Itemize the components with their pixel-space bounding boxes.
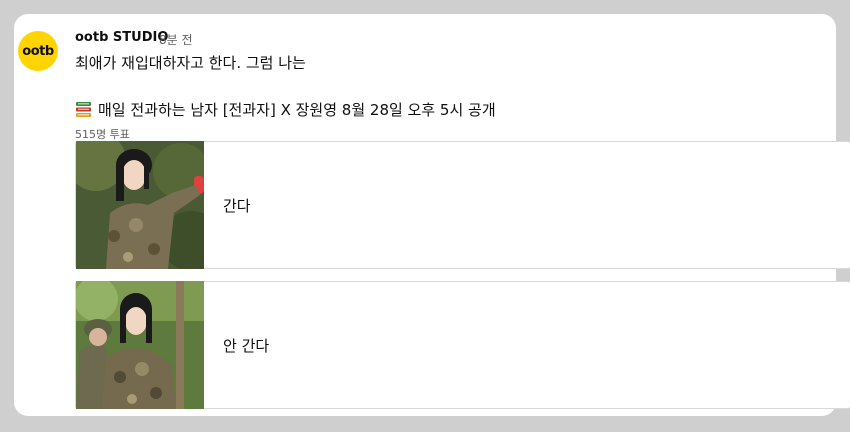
avatar-logo-text: ootb <box>22 43 54 59</box>
post-text: 최애가 재입대하자고 한다. 그럼 나는 <box>75 54 306 72</box>
poll-option-image <box>76 141 204 269</box>
channel-avatar[interactable]: ootb <box>18 31 58 71</box>
channel-name[interactable]: ootb STUDIO <box>75 30 168 45</box>
poll-option-go[interactable]: 간다 <box>75 141 850 269</box>
post-promo-line: 매일 전과하는 남자 [전과자] X 장원영 8월 28일 오후 5시 공개 <box>75 99 496 120</box>
poll-option-not-go[interactable]: 안 간다 <box>75 281 850 409</box>
poll-option-label: 안 간다 <box>223 336 270 355</box>
community-post-card: ootb ootb STUDIO 8분 전 최애가 재입대하자고 한다. 그럼 … <box>14 14 850 416</box>
poll-option-label: 간다 <box>223 196 251 215</box>
books-icon <box>75 101 92 118</box>
vote-count: 515명 투표 <box>75 128 130 141</box>
poll-option-image <box>76 281 204 409</box>
promo-text: 매일 전과하는 남자 [전과자] X 장원영 8월 28일 오후 5시 공개 <box>98 101 496 119</box>
post-timestamp[interactable]: 8분 전 <box>159 31 193 48</box>
